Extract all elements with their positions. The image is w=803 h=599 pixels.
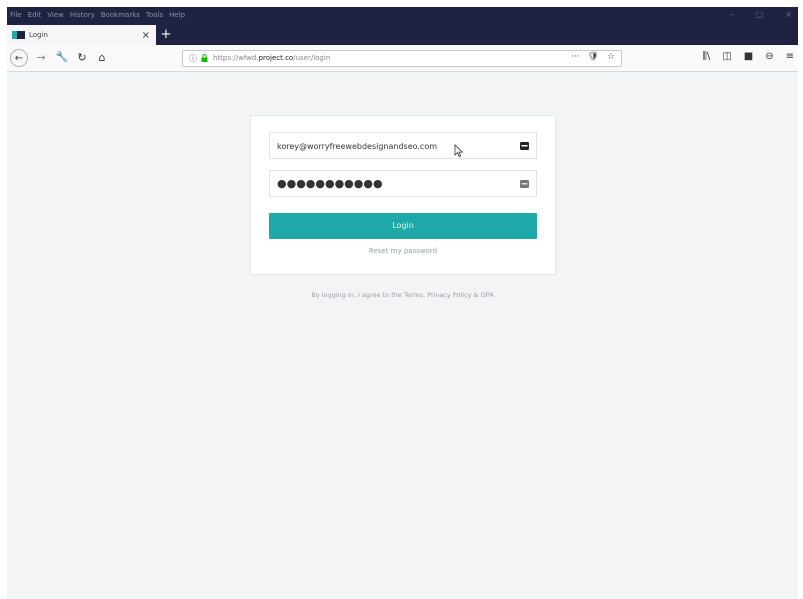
navigation-toolbar: ← → 🔧 ↻ ⌂ ⓘ https://wfwd.project.co/user…	[7, 45, 798, 72]
window-controls: – □ ×	[730, 9, 792, 21]
menu-view[interactable]: View	[47, 9, 64, 21]
password-manager-icon[interactable]	[520, 180, 529, 188]
back-arrow-icon[interactable]: ←	[10, 49, 28, 67]
sidebar-icon[interactable]: ◫	[722, 51, 731, 62]
account-icon[interactable]: ⊖	[765, 51, 773, 62]
address-bar[interactable]: ⓘ https://wfwd.project.co/user/login ···…	[182, 50, 622, 67]
title-bar: File Edit View History Bookmarks Tools H…	[7, 7, 798, 45]
site-favicon-icon	[12, 31, 25, 39]
lock-icon	[201, 54, 208, 62]
email-field[interactable]: korey@worryfreewebdesignandseo.com	[269, 132, 537, 159]
email-value: korey@worryfreewebdesignandseo.com	[277, 142, 437, 151]
menu-help[interactable]: Help	[169, 9, 185, 21]
tab-title: Login	[29, 31, 48, 39]
url-prefix: https://wfwd.	[213, 54, 259, 62]
minimize-button[interactable]: –	[730, 9, 734, 21]
new-tab-button[interactable]: +	[159, 25, 173, 45]
url-path: /user/login	[293, 54, 331, 62]
forward-arrow-icon[interactable]: →	[34, 49, 48, 67]
menu-bar: File Edit View History Bookmarks Tools H…	[10, 9, 185, 21]
close-window-button[interactable]: ×	[785, 9, 792, 21]
browser-window: File Edit View History Bookmarks Tools H…	[7, 7, 798, 599]
hamburger-menu-icon[interactable]: ≡	[786, 51, 794, 62]
page-actions-icon[interactable]: ···	[571, 52, 580, 62]
toolbar-right: ⫼\ ◫ ■ ⊖ ≡	[702, 51, 794, 62]
menu-history[interactable]: History	[70, 9, 95, 21]
url-domain: project.co	[258, 54, 294, 62]
login-button[interactable]: Login	[269, 213, 537, 239]
mouse-pointer-icon	[454, 144, 464, 158]
extension-icon[interactable]: ■	[744, 51, 753, 62]
password-value: ●●●●●●●●●●●	[277, 177, 383, 190]
url-text: https://wfwd.project.co/user/login	[213, 54, 330, 62]
tab-login[interactable]: Login ×	[7, 25, 156, 45]
menu-tools[interactable]: Tools	[146, 9, 163, 21]
maximize-button[interactable]: □	[756, 9, 764, 21]
password-field[interactable]: ●●●●●●●●●●●	[269, 170, 537, 197]
wrench-icon[interactable]: 🔧	[55, 49, 69, 67]
site-info-icon[interactable]: ⓘ	[189, 53, 197, 64]
url-actions: ··· 🛡 ☆	[571, 52, 615, 62]
login-card: korey@worryfreewebdesignandseo.com ●●●●●…	[250, 115, 556, 275]
tab-close-icon[interactable]: ×	[142, 30, 150, 41]
password-manager-icon[interactable]	[520, 142, 529, 150]
terms-notice: By logging in, I agree to the Terms, Pri…	[311, 291, 494, 299]
bookmark-star-icon[interactable]: ☆	[607, 52, 615, 62]
menu-bookmarks[interactable]: Bookmarks	[101, 9, 140, 21]
menu-file[interactable]: File	[10, 9, 22, 21]
reset-password-link[interactable]: Reset my password	[251, 247, 555, 255]
library-icon[interactable]: ⫼\	[702, 51, 710, 62]
pocket-icon[interactable]: 🛡	[587, 52, 598, 62]
home-icon[interactable]: ⌂	[95, 49, 109, 67]
reload-icon[interactable]: ↻	[75, 49, 89, 67]
menu-edit[interactable]: Edit	[28, 9, 42, 21]
